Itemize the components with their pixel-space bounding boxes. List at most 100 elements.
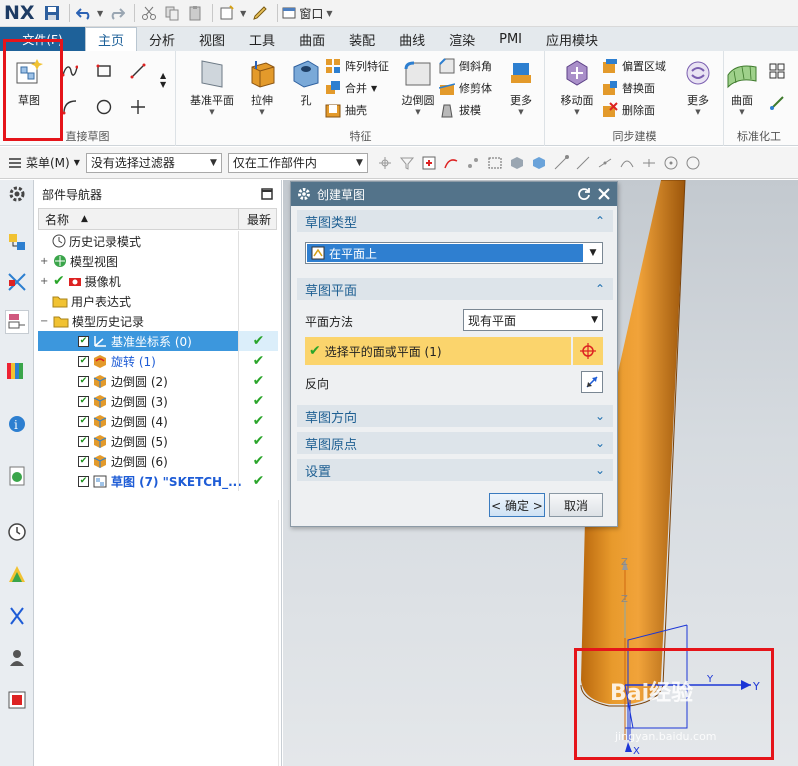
close-icon[interactable]: [597, 187, 611, 201]
sync-more-button[interactable]: 更多 ▼: [678, 57, 718, 116]
insert-icon[interactable]: [217, 3, 237, 23]
circle-button[interactable]: [96, 99, 112, 115]
delete-face-button[interactable]: 删除面: [602, 102, 655, 118]
tree-row[interactable]: 用户表达式: [38, 291, 277, 311]
roles-icon[interactable]: [5, 646, 29, 670]
visibility-checkbox[interactable]: ✔: [78, 435, 89, 447]
tab-render[interactable]: 渲染: [437, 27, 487, 51]
window-menu[interactable]: 窗口 ▼: [282, 5, 336, 22]
expand-icon[interactable]: +: [40, 276, 50, 287]
column-header-latest[interactable]: 最新: [239, 209, 276, 229]
paste-icon[interactable]: [185, 3, 205, 23]
cancel-button[interactable]: 取消: [549, 493, 603, 517]
surface-tool-button-1[interactable]: [769, 63, 785, 79]
save-icon[interactable]: [42, 3, 62, 23]
pattern-feature-button[interactable]: 阵列特征: [325, 58, 389, 74]
select-solid-icon[interactable]: [528, 152, 550, 174]
tree-row[interactable]: ✔ 边倒圆 (5) ✔: [38, 431, 277, 451]
line-button[interactable]: [130, 63, 146, 79]
datum-plane-button[interactable]: 基准平面 ▼: [185, 57, 239, 116]
section-sketch-type[interactable]: 草图类型 ⌃: [297, 210, 613, 232]
reset-icon[interactable]: [577, 187, 591, 201]
constraint-navigator-icon[interactable]: [5, 270, 29, 294]
unite-button[interactable]: 合并 ▼: [325, 80, 377, 96]
rectangle-button[interactable]: [96, 63, 112, 79]
edit-icon[interactable]: [250, 3, 270, 23]
snap-arc-icon[interactable]: [616, 152, 638, 174]
select-planar-face-row[interactable]: ✔ 选择平的面或平面 (1): [305, 337, 571, 365]
tab-applications[interactable]: 应用模块: [534, 27, 610, 51]
undo-dropdown-icon[interactable]: ▼: [97, 9, 103, 18]
reverse-direction-button[interactable]: [581, 371, 603, 393]
collapse-icon[interactable]: −: [40, 316, 50, 327]
section-sketch-origin[interactable]: 草图原点 ⌄: [297, 432, 613, 454]
selection-filter-dropdown[interactable]: 没有选择过滤器 ▼: [85, 152, 222, 173]
snap-midpoint-icon[interactable]: [638, 152, 660, 174]
feature-more-button[interactable]: 更多 ▼: [501, 57, 541, 116]
snap-line-icon[interactable]: [572, 152, 594, 174]
offset-region-button[interactable]: 偏置区域: [602, 58, 666, 74]
web-browser-icon[interactable]: [5, 464, 29, 488]
reuse-library-icon[interactable]: [5, 358, 29, 382]
visibility-checkbox[interactable]: ✔: [78, 335, 89, 347]
rectangle-select-icon[interactable]: [484, 152, 506, 174]
history-icon[interactable]: [5, 520, 29, 544]
maximize-icon[interactable]: [261, 188, 273, 200]
tab-assembly[interactable]: 装配: [337, 27, 387, 51]
tree-row[interactable]: ✔ 旋转 (1) ✔: [38, 351, 277, 371]
copy-icon[interactable]: [162, 3, 182, 23]
surface-button[interactable]: 曲面 ▼: [725, 57, 759, 116]
section-settings[interactable]: 设置 ⌄: [297, 459, 613, 481]
assembly-navigator-icon[interactable]: [5, 230, 29, 254]
visibility-checkbox[interactable]: ✔: [78, 395, 89, 407]
tab-view[interactable]: 视图: [187, 27, 237, 51]
visibility-checkbox[interactable]: ✔: [78, 355, 89, 367]
expand-icon[interactable]: +: [40, 256, 50, 267]
select-curve-icon[interactable]: [440, 152, 462, 174]
chamfer-button[interactable]: 倒斜角: [439, 58, 492, 74]
tab-tools[interactable]: 工具: [237, 27, 287, 51]
snap-tangent-icon[interactable]: [594, 152, 616, 174]
tab-pmi[interactable]: PMI: [487, 27, 534, 51]
select-body-icon[interactable]: [506, 152, 528, 174]
manufacturing-wizard-icon[interactable]: [5, 604, 29, 628]
section-sketch-orientation[interactable]: 草图方向 ⌄: [297, 405, 613, 427]
tree-row[interactable]: ✔ 边倒圆 (3) ✔: [38, 391, 277, 411]
tab-curve[interactable]: 曲线: [387, 27, 437, 51]
tab-surface[interactable]: 曲面: [287, 27, 337, 51]
settings-icon[interactable]: [5, 182, 29, 206]
move-face-button[interactable]: 移动面 ▼: [552, 57, 602, 116]
tree-row[interactable]: 历史记录模式: [38, 231, 277, 251]
system-materials-icon[interactable]: [5, 688, 29, 712]
tree-row[interactable]: ✔ 边倒圆 (4) ✔: [38, 411, 277, 431]
snap-icon[interactable]: [374, 152, 396, 174]
sketch-gallery-more-icon[interactable]: ▲ ▼: [160, 71, 166, 89]
redo-icon[interactable]: [107, 3, 127, 23]
tree-row[interactable]: − 模型历史记录: [38, 311, 277, 331]
select-feature-icon[interactable]: [418, 152, 440, 174]
studio-spline-button[interactable]: [62, 63, 78, 79]
tab-analysis[interactable]: 分析: [137, 27, 187, 51]
tree-row[interactable]: + 模型视图: [38, 251, 277, 271]
visibility-checkbox[interactable]: ✔: [78, 475, 89, 487]
column-header-name[interactable]: 名称 ▲: [39, 209, 239, 229]
cut-icon[interactable]: [139, 3, 159, 23]
shell-button[interactable]: 抽壳: [325, 102, 367, 118]
hd3d-tools-icon[interactable]: i: [5, 412, 29, 436]
tree-row[interactable]: + ✔ 摄像机: [38, 271, 277, 291]
snap-endpoint-icon[interactable]: [550, 152, 572, 174]
tree-row[interactable]: ✔ 草图 (7) "SKETCH_... ✔: [38, 471, 277, 491]
selection-scope-dropdown[interactable]: 仅在工作部件内 ▼: [227, 152, 368, 173]
trim-body-button[interactable]: 修剪体: [439, 80, 492, 96]
arc-button[interactable]: [62, 99, 78, 115]
tree-row[interactable]: ✔ 边倒圆 (6) ✔: [38, 451, 277, 471]
snap-center-icon[interactable]: [660, 152, 682, 174]
point-button[interactable]: [130, 99, 146, 115]
undo-icon[interactable]: [74, 3, 94, 23]
surface-tool-button-2[interactable]: [769, 95, 785, 111]
filter-reset-icon[interactable]: [396, 152, 418, 174]
tree-row-selected[interactable]: ✔ 基准坐标系 (0) ✔: [38, 331, 278, 351]
visibility-checkbox[interactable]: ✔: [78, 455, 89, 467]
draft-button[interactable]: 拔模: [439, 102, 481, 118]
select-point-icon[interactable]: [462, 152, 484, 174]
